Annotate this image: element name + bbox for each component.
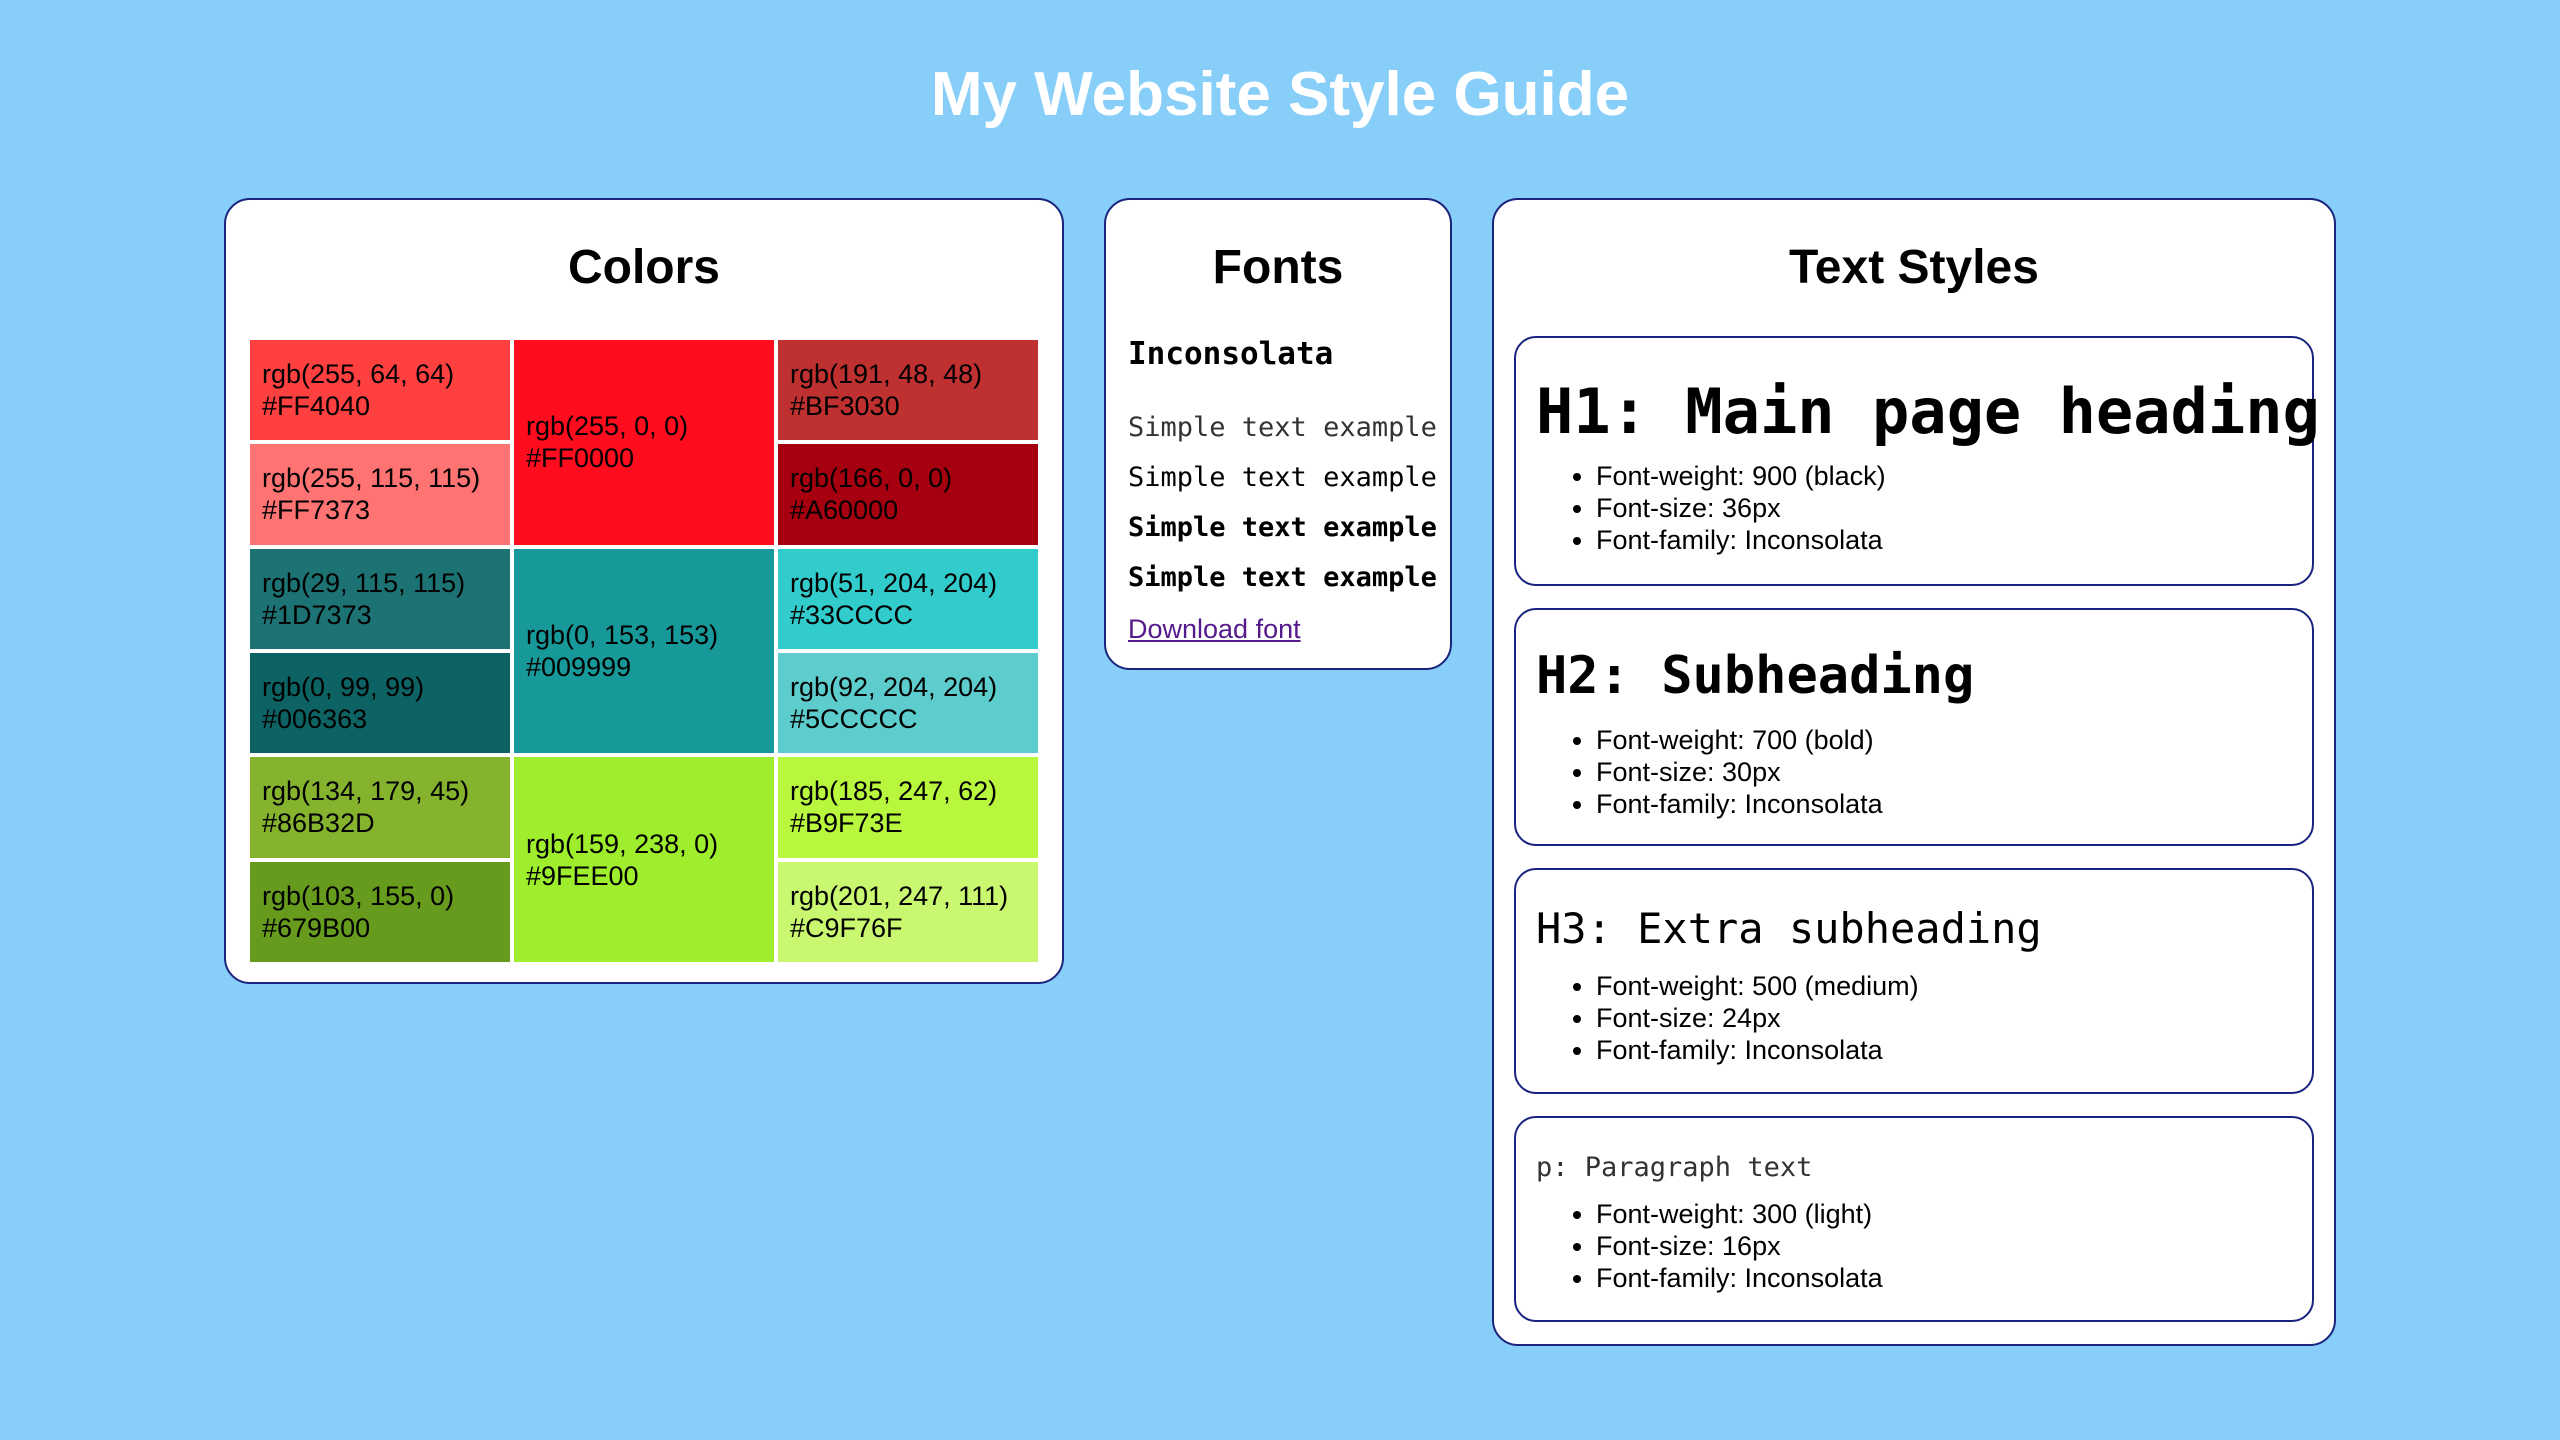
font-sample-medium: Simple text example: [1128, 462, 1437, 493]
h2-props-list: Font-weight: 700 (bold) Font-size: 30px …: [1536, 724, 2312, 820]
swatch-rgb: rgb(0, 99, 99): [262, 672, 425, 702]
colors-card: Colors rgb(255, 64, 64) #FF4040 rgb(255,…: [224, 198, 1064, 984]
swatch-hex: #009999: [526, 651, 632, 682]
swatch-rgb: rgb(159, 238, 0): [526, 828, 719, 859]
swatch-rgb: rgb(0, 153, 153): [526, 619, 719, 650]
swatch-rgb: rgb(255, 115, 115): [262, 463, 481, 494]
swatch-hex: #BF3030: [790, 391, 900, 421]
list-item: Font-weight: 300 (light): [1596, 1198, 2312, 1230]
swatch-rgb: rgb(185, 247, 62): [790, 776, 998, 807]
color-swatch: rgb(29, 115, 115) #1D7373: [250, 548, 510, 649]
h1-example: H1: Main page heading: [1536, 375, 2320, 448]
swatch-hex: #5CCCCC: [790, 704, 918, 734]
color-swatch: rgb(134, 179, 45) #86B32D: [250, 757, 510, 858]
text-styles-title: Text Styles: [1789, 241, 2039, 294]
list-item: Font-family: Inconsolata: [1596, 1034, 2312, 1066]
list-item: Font-family: Inconsolata: [1596, 524, 2312, 556]
color-swatch: rgb(255, 64, 64) #FF4040: [250, 340, 510, 441]
swatch-hex: #86B32D: [262, 808, 375, 839]
font-sample-black: Simple text example: [1128, 562, 1437, 593]
color-swatch: rgb(92, 204, 204) #5CCCCC: [778, 653, 1038, 754]
fonts-card: Fonts Inconsolata Simple text example Si…: [1104, 198, 1452, 670]
h2-example: H2: Subheading: [1536, 646, 1975, 706]
color-swatch: rgb(0, 99, 99) #006363: [250, 653, 510, 754]
h3-example: H3: Extra subheading: [1536, 904, 2042, 953]
swatch-rgb: rgb(92, 204, 204): [790, 672, 998, 702]
font-sample-bold: Simple text example: [1128, 512, 1437, 543]
swatch-rgb: rgb(51, 204, 204): [790, 567, 998, 598]
swatch-hex: #1D7373: [262, 599, 372, 630]
swatch-hex: #FF7373: [262, 495, 371, 526]
swatch-rgb: rgb(103, 155, 0): [262, 880, 455, 911]
swatch-hex: #006363: [262, 704, 368, 734]
paragraph-example: p: Paragraph text: [1536, 1152, 1813, 1183]
list-item: Font-family: Inconsolata: [1596, 1262, 2312, 1294]
color-swatch: rgb(159, 238, 0) #9FEE00: [514, 757, 774, 962]
color-swatch: rgb(255, 0, 0) #FF0000: [514, 340, 774, 545]
swatch-hex: #B9F73E: [790, 808, 903, 839]
color-swatch: rgb(51, 204, 204) #33CCCC: [778, 548, 1038, 649]
list-item: Font-weight: 900 (black): [1596, 460, 2312, 492]
color-swatch: rgb(0, 153, 153) #009999: [514, 548, 774, 754]
download-font-link[interactable]: Download font: [1128, 614, 1301, 645]
h2-style-box: H2: Subheading Font-weight: 700 (bold) F…: [1514, 608, 2314, 846]
color-swatch: rgb(191, 48, 48) #BF3030: [778, 340, 1038, 441]
swatch-hex: #679B00: [262, 912, 371, 943]
swatch-hex: #C9F76F: [790, 912, 903, 943]
swatch-hex: #9FEE00: [526, 860, 639, 891]
h3-style-box: H3: Extra subheading Font-weight: 500 (m…: [1514, 868, 2314, 1094]
fonts-title: Fonts: [1212, 241, 1344, 294]
swatch-rgb: rgb(255, 0, 0): [526, 411, 689, 442]
paragraph-style-box: p: Paragraph text Font-weight: 300 (ligh…: [1514, 1116, 2314, 1322]
swatch-hex: #FF0000: [526, 443, 635, 474]
color-swatch: rgb(185, 247, 62) #B9F73E: [778, 757, 1038, 858]
list-item: Font-family: Inconsolata: [1596, 788, 2312, 820]
swatch-rgb: rgb(201, 247, 111): [790, 880, 1009, 911]
color-swatch: rgb(166, 0, 0) #A60000: [778, 444, 1038, 545]
color-swatch: rgb(103, 155, 0) #679B00: [250, 861, 510, 962]
font-sample-light: Simple text example: [1128, 412, 1437, 443]
text-styles-card: Text Styles H1: Main page heading Font-w…: [1492, 198, 2336, 1346]
list-item: Font-weight: 700 (bold): [1596, 724, 2312, 756]
paragraph-props-list: Font-weight: 300 (light) Font-size: 16px…: [1536, 1198, 2312, 1294]
swatch-rgb: rgb(29, 115, 115): [262, 567, 466, 598]
h3-props-list: Font-weight: 500 (medium) Font-size: 24p…: [1536, 970, 2312, 1066]
list-item: Font-weight: 500 (medium): [1596, 970, 2312, 1002]
h1-props-list: Font-weight: 900 (black) Font-size: 36px…: [1536, 460, 2312, 556]
list-item: Font-size: 30px: [1596, 756, 2312, 788]
color-swatch-grid: rgb(255, 64, 64) #FF4040 rgb(255, 0, 0) …: [250, 340, 1042, 962]
list-item: Font-size: 16px: [1596, 1230, 2312, 1262]
swatch-rgb: rgb(191, 48, 48): [790, 359, 983, 389]
color-swatch: rgb(201, 247, 111) #C9F76F: [778, 861, 1038, 962]
swatch-rgb: rgb(134, 179, 45): [262, 776, 470, 807]
h1-style-box: H1: Main page heading Font-weight: 900 (…: [1514, 336, 2320, 586]
swatch-hex: #FF4040: [262, 391, 371, 421]
list-item: Font-size: 36px: [1596, 492, 2312, 524]
font-name: Inconsolata: [1128, 336, 1334, 372]
color-swatch: rgb(255, 115, 115) #FF7373: [250, 444, 510, 545]
list-item: Font-size: 24px: [1596, 1002, 2312, 1034]
colors-title: Colors: [567, 241, 720, 294]
swatch-rgb: rgb(166, 0, 0): [790, 463, 953, 494]
swatch-hex: #33CCCC: [790, 599, 914, 630]
page-title: My Website Style Guide: [930, 60, 1630, 129]
swatch-hex: #A60000: [790, 495, 899, 526]
swatch-rgb: rgb(255, 64, 64): [262, 359, 455, 389]
